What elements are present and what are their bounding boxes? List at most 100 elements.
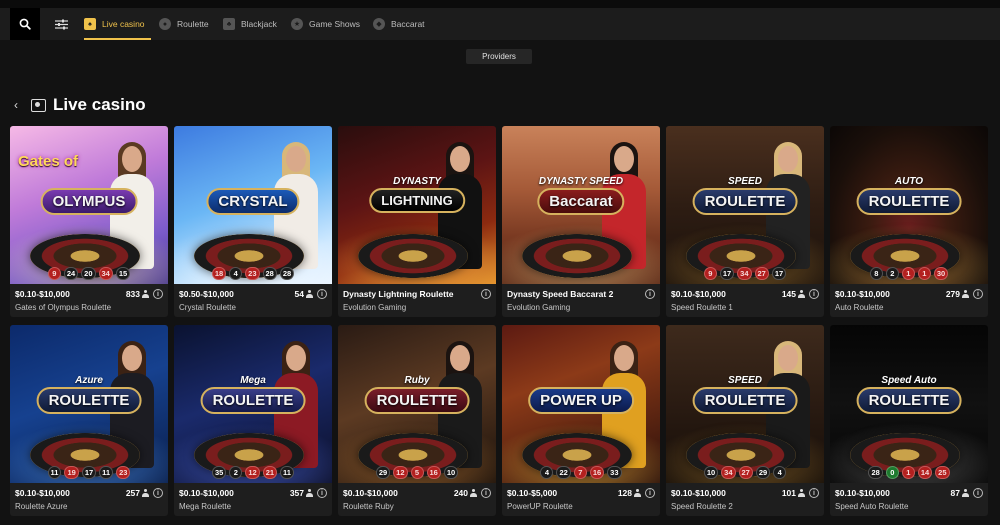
game-thumbnail[interactable]: POWER UP 4 22 7 16 33 — [502, 325, 660, 483]
game-card[interactable]: Mega ROULETTE 35 2 12 21 11 $0.10-$10,000 357 i Me… — [174, 325, 332, 516]
player-count: 833 — [126, 289, 149, 299]
tab-baccarat[interactable]: ◆ Baccarat — [373, 8, 425, 40]
result-number-badge: 19 — [64, 466, 79, 479]
game-thumbnail[interactable]: Ruby ROULETTE 29 12 5 16 10 — [338, 325, 496, 483]
player-count: 101 — [782, 488, 805, 498]
game-card[interactable]: POWER UP 4 22 7 16 33 $0.10-$5,000 128 i PowerUP … — [502, 325, 660, 516]
info-icon[interactable]: i — [153, 488, 163, 498]
game-thumbnail[interactable]: Gates of OLYMPUS 9 24 20 34 15 — [10, 126, 168, 284]
game-thumbnail[interactable]: SPEED ROULETTE 9 17 34 27 17 — [666, 126, 824, 284]
result-number-badge: 11 — [99, 466, 114, 479]
info-icon[interactable]: i — [809, 488, 819, 498]
game-meta: 128 i — [618, 488, 655, 498]
tab-game-shows[interactable]: ★ Game Shows — [291, 8, 360, 40]
game-info-row: $0.10-$10,000 833 i — [15, 288, 163, 300]
game-logo-prefix: Ruby — [404, 375, 430, 386]
tab-blackjack[interactable]: ♣ Blackjack — [223, 8, 277, 40]
player-count-value: 101 — [781, 488, 796, 498]
result-number-badge: 34 — [737, 267, 752, 280]
game-thumbnail[interactable]: AUTO ROULETTE 8 2 1 1 30 — [830, 126, 988, 284]
tab-label: Blackjack — [241, 19, 277, 29]
bet-limits: Dynasty Speed Baccarat 2 — [507, 289, 614, 299]
search-icon — [19, 18, 31, 30]
category-nav-bar: ♠ Live casino ● Roulette ♣ Blackjack ★ G… — [0, 8, 1000, 40]
info-icon[interactable]: i — [317, 289, 327, 299]
game-thumbnail[interactable]: SPEED ROULETTE 10 34 27 29 4 — [666, 325, 824, 483]
filter-button[interactable] — [48, 8, 74, 40]
game-info: $0.10-$10,000 279 i Auto Roulette — [830, 284, 988, 317]
game-logo-prefix: Mega — [240, 375, 266, 386]
game-info-row: $0.10-$10,000 357 i — [179, 487, 327, 499]
game-thumbnail[interactable]: CRYSTAL 18 4 23 28 28 — [174, 126, 332, 284]
game-thumbnail[interactable]: DYNASTY SPEED Baccarat — [502, 126, 660, 284]
info-icon[interactable]: i — [481, 289, 491, 299]
game-thumbnail[interactable]: Speed Auto ROULETTE 28 0 1 14 25 — [830, 325, 988, 483]
result-number-badge: 12 — [393, 466, 408, 479]
game-card[interactable]: CRYSTAL 18 4 23 28 28 $0.50-$10,000 54 i Crystal … — [174, 126, 332, 317]
result-number-badge: 11 — [47, 466, 62, 479]
game-info-row: $0.10-$5,000 128 i — [507, 487, 655, 499]
game-logo: ROULETTE — [692, 188, 798, 215]
game-logo-prefix: Azure — [75, 375, 103, 386]
recent-results: 35 2 12 21 11 — [174, 466, 332, 479]
player-count: 128 — [618, 488, 641, 498]
game-thumbnail[interactable]: Mega ROULETTE 35 2 12 21 11 — [174, 325, 332, 483]
person-icon — [962, 489, 969, 497]
game-logo-top: Gates of — [18, 153, 79, 170]
player-count: 357 — [290, 488, 313, 498]
info-icon[interactable]: i — [153, 289, 163, 299]
game-card[interactable]: SPEED ROULETTE 9 17 34 27 17 $0.10-$10,000 145 i S… — [666, 126, 824, 317]
info-icon[interactable]: i — [973, 289, 983, 299]
info-icon[interactable]: i — [317, 488, 327, 498]
result-number-badge: 20 — [81, 267, 96, 280]
game-logo-prefix: SPEED — [728, 375, 762, 386]
recent-results: 18 4 23 28 28 — [174, 267, 332, 280]
info-icon[interactable]: i — [481, 488, 491, 498]
info-icon[interactable]: i — [973, 488, 983, 498]
person-icon — [306, 489, 313, 497]
game-subtitle: Speed Roulette 2 — [671, 502, 733, 511]
result-number-badge: 34 — [721, 466, 736, 479]
person-icon — [962, 290, 969, 298]
tab-roulette[interactable]: ● Roulette — [159, 8, 209, 40]
info-icon[interactable]: i — [809, 289, 819, 299]
game-subtitle: Auto Roulette — [835, 303, 884, 312]
game-info-row: Dynasty Lightning Roulette i — [343, 288, 491, 300]
result-number-badge: 4 — [773, 466, 787, 479]
game-thumbnail[interactable]: DYNASTY LIGHTNING — [338, 126, 496, 284]
result-number-badge: 7 — [573, 466, 587, 479]
game-card[interactable]: Gates of OLYMPUS 9 24 20 34 15 $0.10-$10,000 833… — [10, 126, 168, 317]
game-logo: Baccarat — [537, 188, 625, 215]
game-meta: 87 i — [951, 488, 983, 498]
game-info: $0.10-$10,000 145 i Speed Roulette 1 — [666, 284, 824, 317]
result-number-badge: 9 — [47, 267, 61, 280]
game-thumbnail[interactable]: Azure ROULETTE 11 19 17 11 23 — [10, 325, 168, 483]
game-card[interactable]: Ruby ROULETTE 29 12 5 16 10 $0.10-$10,000 240 i Ro… — [338, 325, 496, 516]
player-count: 87 — [951, 488, 969, 498]
info-icon[interactable]: i — [645, 488, 655, 498]
info-icon[interactable]: i — [645, 289, 655, 299]
tab-live-casino[interactable]: ♠ Live casino — [84, 8, 151, 40]
result-number-badge: 11 — [280, 466, 294, 479]
tab-label: Baccarat — [391, 19, 425, 29]
game-card[interactable]: DYNASTY SPEED Baccarat Dynasty Speed Bacca… — [502, 126, 660, 317]
bet-limits: $0.10-$10,000 — [179, 488, 234, 498]
game-meta: 279 i — [946, 289, 983, 299]
game-card[interactable]: SPEED ROULETTE 10 34 27 29 4 $0.10-$10,000 101 i S… — [666, 325, 824, 516]
game-meta: 145 i — [782, 289, 819, 299]
blackjack-cards-icon: ♣ — [223, 18, 235, 30]
game-card[interactable]: Azure ROULETTE 11 19 17 11 23 $0.10-$10,000 257 i… — [10, 325, 168, 516]
back-chevron-icon[interactable]: ‹ — [14, 98, 24, 112]
player-count-value: 87 — [950, 488, 960, 498]
game-card[interactable]: AUTO ROULETTE 8 2 1 1 30 $0.10-$10,000 279 i Auto … — [830, 126, 988, 317]
game-info: Dynasty Speed Baccarat 2 i Evolution Gamin… — [502, 284, 660, 317]
search-button[interactable] — [10, 8, 40, 40]
player-count: 145 — [782, 289, 805, 299]
game-card[interactable]: DYNASTY LIGHTNING Dynasty Lightning Roulet… — [338, 126, 496, 317]
tab-label: Roulette — [177, 19, 209, 29]
game-meta: 240 i — [454, 488, 491, 498]
game-subtitle: PowerUP Roulette — [507, 502, 573, 511]
providers-button[interactable]: Providers — [466, 49, 532, 64]
page-title: Live casino — [53, 95, 146, 114]
game-card[interactable]: Speed Auto ROULETTE 28 0 1 14 25 $0.10-$10,000 8… — [830, 325, 988, 516]
